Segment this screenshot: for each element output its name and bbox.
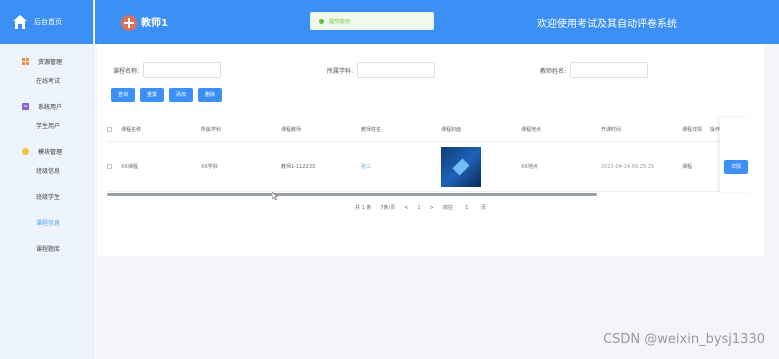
next-page-button[interactable]: > [430,205,434,211]
search-button[interactable]: 查询 [111,88,136,102]
cell-course-teacher: 教师1-112233 [281,164,316,170]
delete-button[interactable]: 删除 [198,88,223,102]
goto-page-input[interactable]: 1 [462,205,472,211]
cell-start-time: 2023-04-14 09:25:29 [601,163,655,170]
table-header: 课程名称 所属学科 课程教师 教师姓名 课程封面 课程地点 开课时间 课程详情 … [107,118,752,142]
menu-group-resource[interactable]: 资源管理 [0,53,93,69]
pagination: 共 1 条 7条/页 < 1 > 前往 1 页 [355,204,495,212]
home-icon [13,15,27,29]
column-header: 课程详情 [682,127,703,133]
sidebar: 后台首页 资源管理 在线考试 系统用户 学生用户 模块管理 班级信息 班级学生 … [0,0,94,359]
watermark: CSDN @weixin_bysj1330 [603,332,765,347]
course-card: 课程名称: 所属学科: 教师姓名: 查询 重置 添加 删除 课程名称 所属学科 … [97,44,764,256]
username[interactable]: 教师1 [141,14,168,29]
filter-course-name: 课程名称: [113,62,222,78]
success-toast: 提交成功! [310,12,434,30]
filter-subject: 所属学科: [327,62,436,78]
menu-item-class-student[interactable]: 班级学生 [0,185,93,211]
course-name-label: 课程名称: [113,67,140,75]
menu-item-course-info[interactable]: 课程信息 [0,211,93,237]
column-header: 课程名称 [121,127,142,133]
page-number[interactable]: 1 [417,205,420,211]
avatar[interactable] [121,15,137,31]
action-buttons: 查询 重置 添加 删除 [111,88,227,102]
filter-teacher: 教师姓名: [540,62,649,78]
menu-item-online-exam[interactable]: 在线考试 [0,69,93,95]
goto-label: 前往 [442,205,453,211]
home-label: 后台首页 [34,18,62,26]
cell-detail: 课程 [682,164,693,170]
cell-subject: XX学科 [201,164,218,170]
column-header: 课程封面 [441,127,462,133]
reset-button[interactable]: 重置 [140,88,165,102]
table-row: XX课程 XX学科 教师1-112233 张三 XX地点 2023-04-14 … [107,142,752,192]
cell-course-name: XX课程 [121,164,138,170]
subject-input[interactable] [357,62,436,78]
add-button[interactable]: 添加 [169,88,194,102]
course-table: 课程名称 所属学科 课程教师 教师姓名 课程封面 课程地点 开课时间 课程详情 … [107,118,752,192]
main-content: 课程名称: 所属学科: 教师姓名: 查询 重置 添加 删除 课程名称 所属学科 … [95,44,779,359]
mouse-cursor-icon [272,192,278,200]
column-header: 教师姓名 [361,127,382,133]
column-header: 课程教师 [281,127,302,133]
prev-page-button[interactable]: < [404,205,408,211]
column-header: 所属学科 [201,127,222,133]
top-bar: 教师1 提交成功! 欢迎使用考试及其自动评卷系统 [95,0,779,44]
sidebar-header[interactable]: 后台首页 [0,0,93,44]
sidebar-menu: 资源管理 在线考试 系统用户 学生用户 模块管理 班级信息 班级学生 课程信息 … [0,44,93,263]
menu-item-question-bank[interactable]: 课程题库 [0,237,93,263]
teacher-label: 教师姓名: [540,67,567,75]
dot-icon [22,147,29,155]
menu-item-class-info[interactable]: 班级信息 [0,159,93,185]
page-size-select[interactable]: 7条/页 [380,204,395,211]
system-title: 欢迎使用考试及其自动评卷系统 [537,19,677,30]
detail-button[interactable]: 详情 [724,160,748,174]
menu-group-module[interactable]: 模块管理 [0,143,93,159]
column-header: 开课时间 [601,127,622,133]
menu-group-label: 资源管理 [38,58,63,66]
menu-group-system-user[interactable]: 系统用户 [0,98,93,114]
course-cover-image[interactable] [441,146,481,187]
user-icon [22,102,29,110]
subject-label: 所属学科: [327,67,354,75]
course-name-input[interactable] [143,62,222,78]
teacher-input[interactable] [570,62,649,78]
fixed-action-column: 详情 [720,118,752,192]
horizontal-scrollbar[interactable] [107,193,597,196]
cell-location: XX地点 [521,164,538,170]
menu-group-label: 系统用户 [38,103,63,111]
page-suffix: 页 [480,205,486,211]
column-header: 课程地点 [521,127,542,133]
cell-teacher-name[interactable]: 张三 [361,163,441,170]
check-circle-icon [319,18,324,24]
total-count: 共 1 条 [355,205,372,211]
row-checkbox[interactable] [107,164,112,169]
grid-icon [22,57,29,65]
toast-message: 提交成功! [329,18,352,25]
menu-item-student-user[interactable]: 学生用户 [0,114,93,140]
menu-group-label: 模块管理 [38,148,63,156]
select-all-checkbox[interactable] [107,127,112,132]
